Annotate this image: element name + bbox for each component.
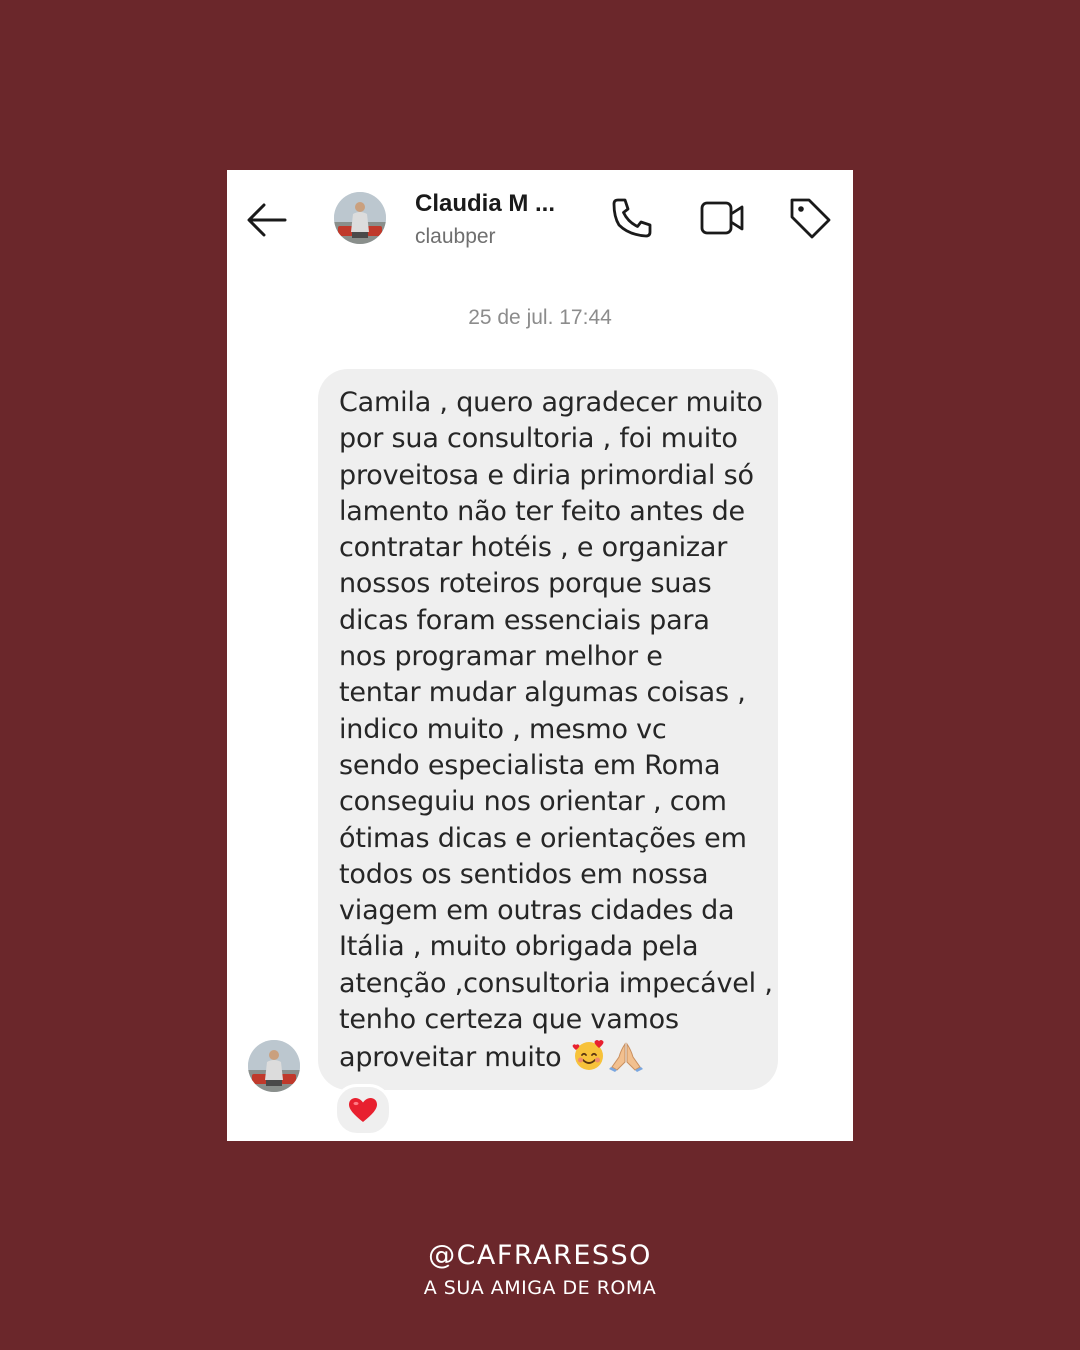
contact-name[interactable]: Claudia M ... — [415, 190, 555, 218]
message-line: dicas foram essenciais para — [339, 604, 710, 636]
message-line: aproveitar muito — [339, 1042, 562, 1074]
call-button[interactable] — [609, 195, 655, 241]
phone-icon — [612, 198, 652, 238]
message-bubble[interactable]: Camila , quero agradecer muito por sua c… — [318, 369, 778, 1090]
message-line: tenho certeza que vamos — [339, 1004, 679, 1036]
message-line: tentar mudar algumas coisas , — [339, 677, 746, 709]
message-line: indico muito , mesmo vc — [339, 713, 667, 745]
tag-icon — [790, 198, 831, 239]
chat-screenshot-card: Claudia M ... claubper 25 de jul. 17:44 — [227, 170, 853, 1141]
tag-button[interactable] — [787, 195, 833, 241]
contact-username: claubper — [415, 225, 496, 248]
heart-icon — [349, 1098, 377, 1122]
message-line: proveitosa e diria primordial só — [339, 459, 754, 491]
video-call-button[interactable] — [699, 195, 745, 241]
tagline: A SUA AMIGA DE ROMA — [423, 1277, 657, 1299]
sender-avatar[interactable] — [248, 1040, 300, 1092]
message-line: todos os sentidos em nossa — [339, 858, 709, 890]
video-call-icon — [700, 201, 744, 235]
heart-reaction[interactable] — [334, 1084, 392, 1136]
smiling-face-with-hearts-icon — [572, 1038, 606, 1082]
message-last-line: aproveitar muito — [339, 1038, 768, 1082]
message-line: conseguiu nos orientar , com — [339, 786, 727, 818]
message-timestamp: 25 de jul. 17:44 — [468, 306, 612, 329]
folded-hands-icon — [608, 1040, 644, 1082]
message-line: por sua consultoria , foi muito — [339, 423, 738, 455]
message-line: nos programar melhor e — [339, 641, 663, 673]
message-line: nossos roteiros porque suas — [339, 568, 712, 600]
back-button[interactable] — [245, 200, 289, 240]
avatar-photo — [248, 1040, 300, 1092]
contact-avatar[interactable] — [334, 192, 386, 244]
avatar-photo — [334, 192, 386, 244]
message-line: sendo especialista em Roma — [339, 749, 721, 781]
message-line: ótimas dicas e orientações em — [339, 822, 747, 854]
message-line: contratar hotéis , e organizar — [339, 532, 728, 564]
message-line: Camila , quero agradecer muito — [339, 387, 763, 418]
arrow-left-icon — [247, 203, 287, 237]
instagram-handle: @CAFRARESSO — [428, 1240, 652, 1271]
message-line: Itália , muito obrigada pela — [339, 931, 699, 963]
message-line: lamento não ter feito antes de — [339, 495, 745, 527]
message-line: atenção ,consultoria impecável , — [339, 967, 773, 999]
message-line: viagem em outras cidades da — [339, 895, 735, 927]
